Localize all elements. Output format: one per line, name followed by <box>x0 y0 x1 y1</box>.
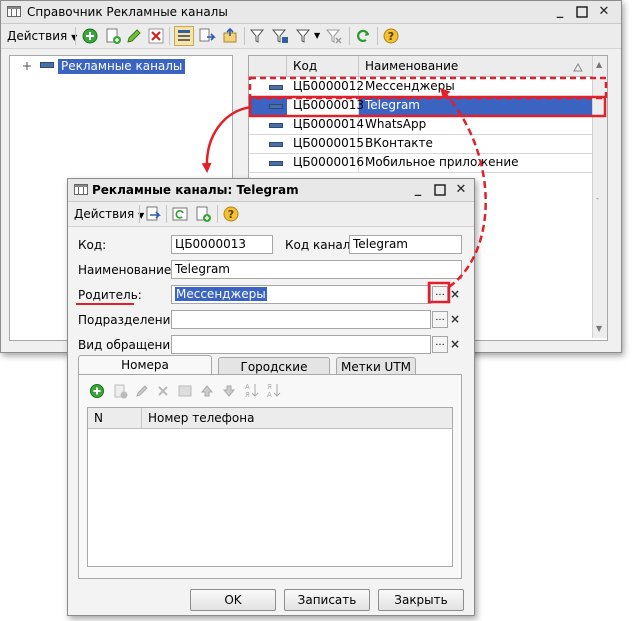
highlight-messengers-row <box>248 76 608 100</box>
highlight-parent-select <box>427 281 451 304</box>
annotation-overlay <box>201 76 608 304</box>
arrow-to-messengers <box>439 87 487 289</box>
highlight-telegram-row <box>248 95 607 118</box>
arrow-to-dialog <box>201 105 253 173</box>
